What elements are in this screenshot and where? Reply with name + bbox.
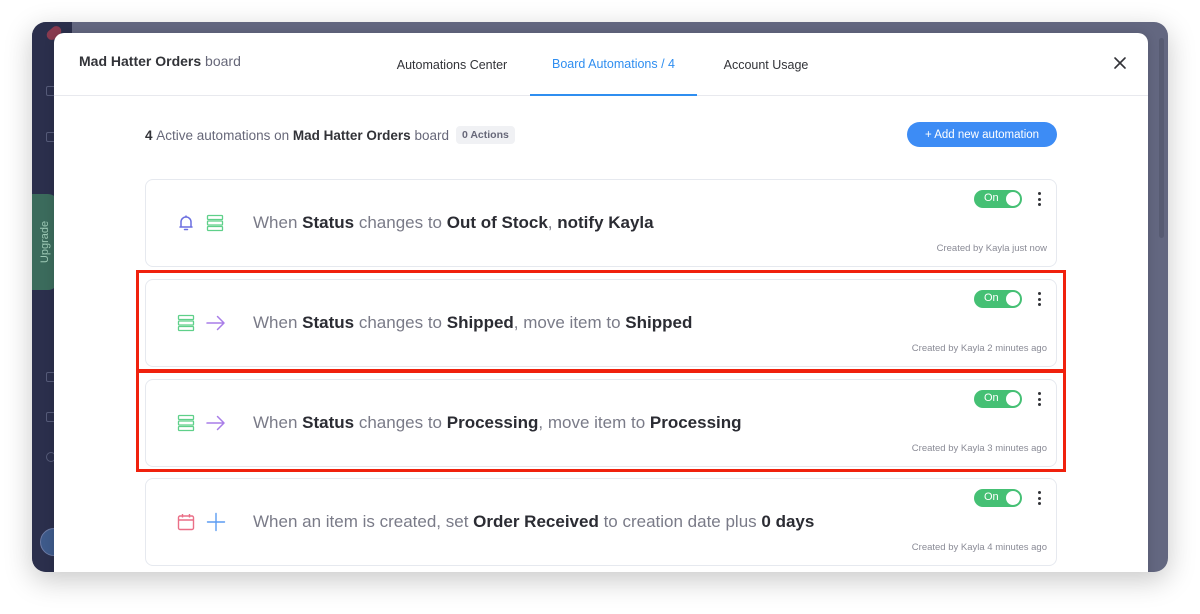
recipe-text: changes to — [354, 413, 447, 432]
toggle-label: On — [984, 392, 999, 404]
automation-icons — [176, 512, 227, 532]
summary-text: Active automations on — [156, 127, 290, 143]
toggle-knob — [1006, 192, 1020, 206]
automation-card[interactable]: When an item is created, set Order Recei… — [145, 478, 1057, 566]
more-options-icon[interactable] — [1036, 392, 1042, 406]
board-title: Mad Hatter Orders board — [79, 53, 241, 69]
toggle-label: On — [984, 292, 999, 304]
modal-header: Mad Hatter Orders board Automations Cent… — [54, 33, 1148, 96]
recipe-text: When — [253, 213, 303, 232]
upgrade-label: Upgrade — [39, 220, 52, 264]
arrow-right-icon — [205, 313, 227, 333]
recipe-text: When — [253, 413, 303, 432]
board-icon — [176, 313, 196, 333]
close-button[interactable] — [1110, 53, 1130, 73]
close-icon — [1114, 57, 1126, 69]
automation-toggle[interactable]: On — [974, 290, 1022, 308]
toggle-label: On — [984, 491, 999, 503]
automation-count: 4 — [145, 127, 153, 143]
recipe-text: , move item to — [538, 413, 650, 432]
created-info: Created by Kayla 3 minutes ago — [911, 443, 1047, 454]
created-info: Created by Kayla just now — [936, 243, 1047, 254]
automation-card[interactable]: When Status changes to Shipped, move ite… — [145, 279, 1057, 367]
recipe-text: , move item to — [513, 313, 626, 332]
automation-icons — [176, 213, 225, 233]
automation-card[interactable]: When Status changes to Out of Stock, not… — [145, 179, 1057, 267]
arrow-right-icon — [205, 413, 227, 433]
automations-modal: Mad Hatter Orders board Automations Cent… — [54, 33, 1148, 572]
tab-automations-center[interactable]: Automations Center — [374, 33, 530, 96]
more-options-icon[interactable] — [1036, 292, 1042, 306]
plus-icon — [205, 512, 227, 532]
recipe-text: When an item is created, set — [253, 512, 474, 531]
recipe-text: , — [547, 213, 558, 232]
recipe-text: When — [253, 313, 303, 332]
board-icon — [176, 413, 196, 433]
board-suffix: board — [205, 53, 241, 69]
toggle-knob — [1006, 392, 1020, 406]
automation-icons — [176, 313, 227, 333]
add-new-automation-button[interactable]: + Add new automation — [907, 122, 1057, 147]
automation-toggle[interactable]: On — [974, 489, 1022, 507]
recipe-field[interactable]: Processing — [650, 413, 742, 432]
automation-card[interactable]: When Status changes to Processing, move … — [145, 379, 1057, 467]
background-scrollbar[interactable] — [1159, 38, 1164, 238]
recipe-field[interactable]: Order Received — [473, 512, 599, 531]
automation-toggle[interactable]: On — [974, 190, 1022, 208]
summary-board-suffix: board — [414, 127, 449, 143]
board-name: Mad Hatter Orders — [79, 53, 202, 69]
automation-description[interactable]: When Status changes to Shipped, move ite… — [253, 313, 692, 333]
recipe-field[interactable]: Shipped — [447, 313, 514, 332]
automation-toggle[interactable]: On — [974, 390, 1022, 408]
automation-description[interactable]: When Status changes to Processing, move … — [253, 413, 742, 433]
board-icon — [205, 213, 225, 233]
recipe-text: changes to — [354, 213, 447, 232]
recipe-field[interactable]: Out of Stock — [447, 213, 548, 232]
recipe-field[interactable]: notify Kayla — [557, 213, 653, 232]
recipe-field[interactable]: Status — [302, 413, 354, 432]
automations-summary: 4 Active automations on Mad Hatter Order… — [145, 126, 515, 144]
recipe-field[interactable]: Status — [302, 213, 354, 232]
created-info: Created by Kayla 4 minutes ago — [911, 542, 1047, 553]
recipe-text: changes to — [354, 313, 447, 332]
automation-icons — [176, 413, 227, 433]
more-options-icon[interactable] — [1036, 491, 1042, 505]
actions-badge: 0 Actions — [455, 126, 515, 144]
recipe-field[interactable]: Processing — [447, 413, 539, 432]
bell-icon — [176, 213, 196, 233]
recipe-field[interactable]: 0 days — [761, 512, 814, 531]
tab-account-usage[interactable]: Account Usage — [697, 33, 835, 96]
recipe-field[interactable]: Shipped — [625, 313, 692, 332]
more-options-icon[interactable] — [1036, 192, 1042, 206]
summary-board-name: Mad Hatter Orders — [292, 127, 411, 143]
toggle-label: On — [984, 192, 999, 204]
automation-description[interactable]: When an item is created, set Order Recei… — [253, 512, 814, 532]
tab-board-automations[interactable]: Board Automations / 4 — [530, 33, 697, 96]
recipe-field[interactable]: Status — [302, 313, 354, 332]
tab-bar: Automations Center Board Automations / 4… — [374, 33, 835, 96]
recipe-text: to creation date plus — [598, 512, 762, 531]
calendar-icon — [176, 512, 196, 532]
created-info: Created by Kayla 2 minutes ago — [911, 343, 1047, 354]
toggle-knob — [1006, 491, 1020, 505]
toggle-knob — [1006, 292, 1020, 306]
automation-description[interactable]: When Status changes to Out of Stock, not… — [253, 213, 654, 233]
